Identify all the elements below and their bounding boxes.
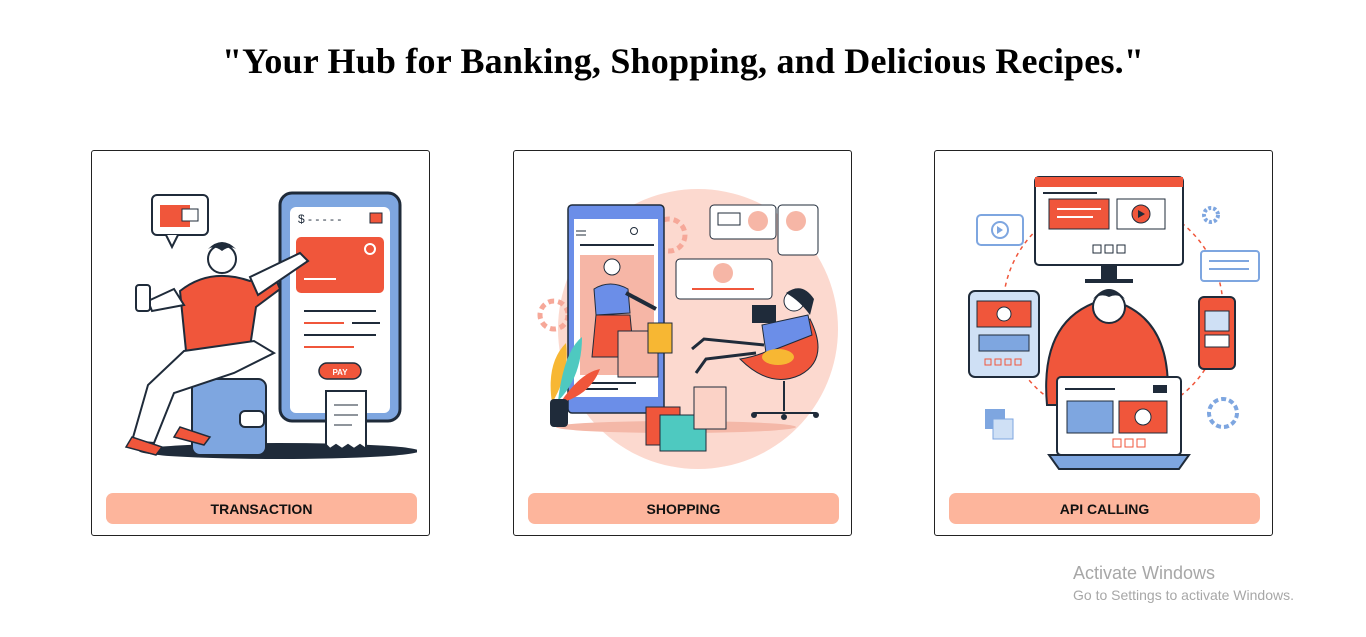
api-calling-button[interactable]: API CALLING (949, 493, 1260, 524)
shopping-button[interactable]: SHOPPING (528, 493, 839, 524)
watermark-title: Activate Windows (1073, 563, 1216, 583)
api-calling-illustration (968, 176, 1260, 470)
shopping-card[interactable]: SHOPPING (513, 150, 852, 536)
api-calling-card[interactable]: API CALLING (934, 150, 1273, 536)
transaction-card[interactable]: $ - - - - - PAY TRANSACTION (91, 150, 430, 536)
svg-text:$ - - - - -: $ - - - - - (298, 212, 341, 226)
transaction-button[interactable]: TRANSACTION (106, 493, 417, 524)
page-title: "Your Hub for Banking, Shopping, and Del… (221, 41, 1145, 81)
shopping-illustration (537, 189, 838, 469)
watermark-subtitle: Go to Settings to activate Windows. (1073, 587, 1294, 603)
activate-windows-watermark: Activate Windows Go to Settings to activ… (1073, 563, 1294, 603)
pay-label: PAY (332, 368, 348, 377)
transaction-illustration: $ - - - - - PAY (124, 191, 417, 459)
